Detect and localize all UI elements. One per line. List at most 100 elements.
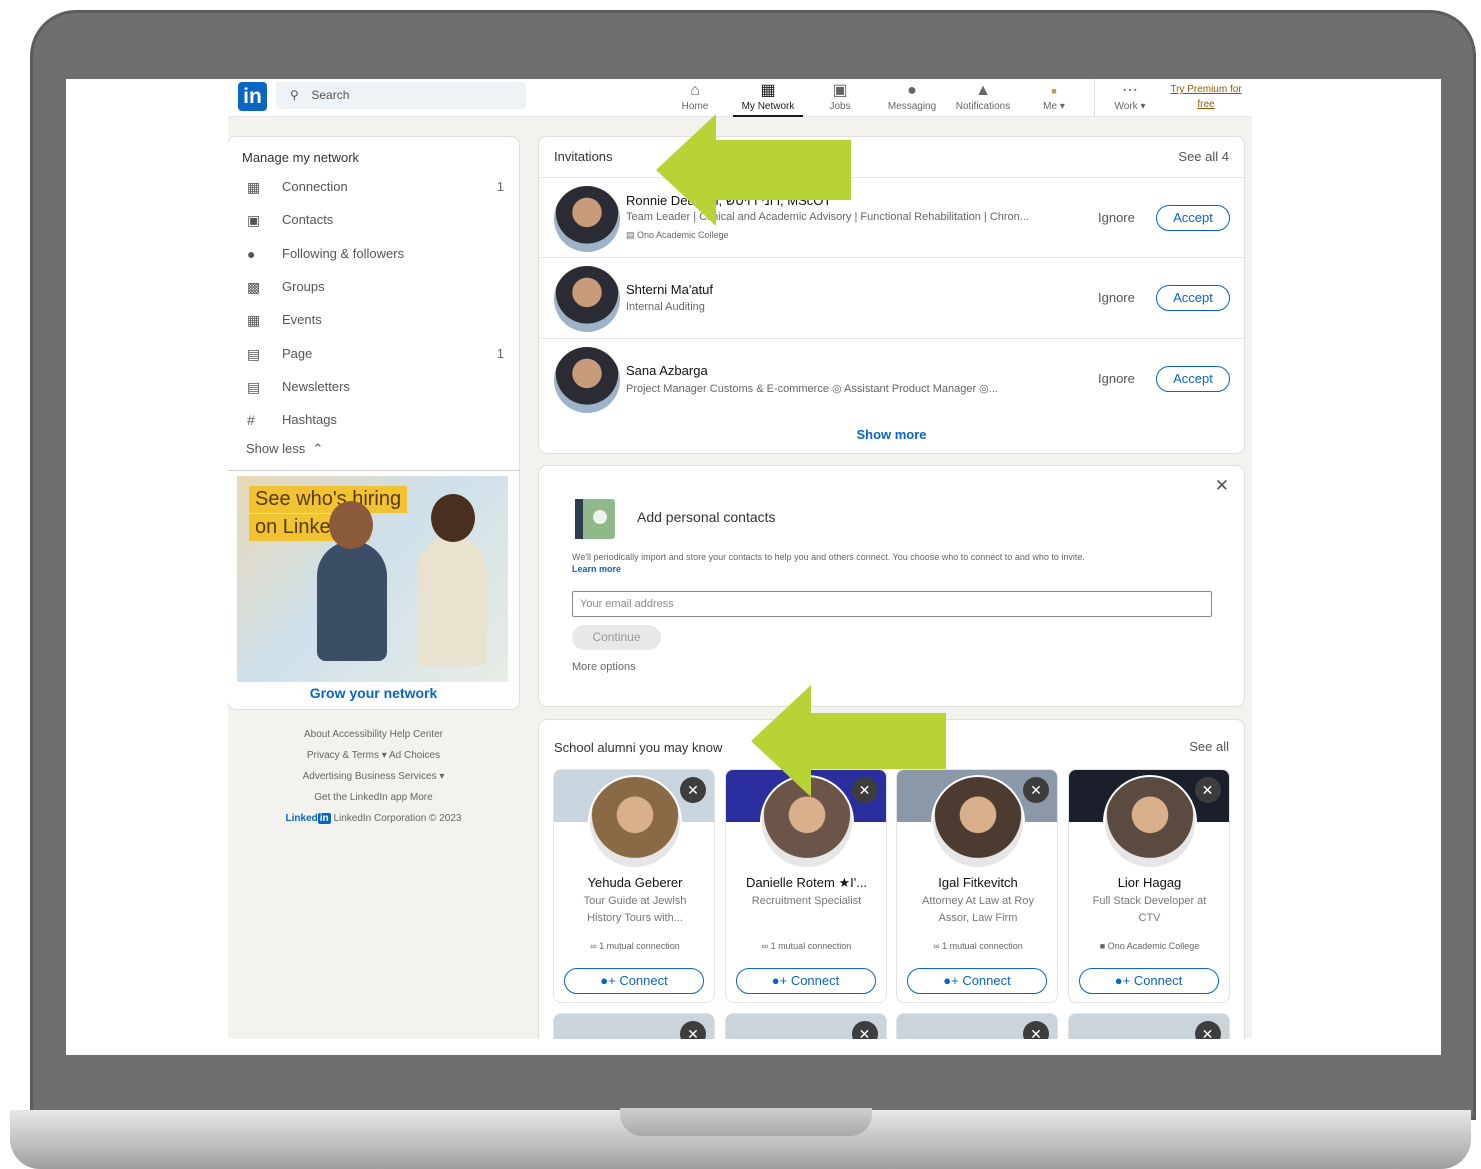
manage-item-page[interactable]: ▤ Page 1 [242, 340, 504, 368]
mutual-connection-icon: ∞ [590, 941, 600, 951]
contact-card-icon: ▣ [247, 212, 261, 229]
profile-name[interactable]: Igal Fitkevitch [897, 875, 1057, 890]
close-icon[interactable]: ✕ [851, 1021, 878, 1039]
bell-icon: ▲ [975, 82, 991, 99]
manage-network-title: Manage my network [242, 150, 360, 165]
grow-network-link[interactable]: Grow your network [228, 685, 519, 701]
avatar[interactable] [1102, 775, 1197, 869]
manage-item-contacts[interactable]: ▣ Contacts [242, 206, 504, 234]
avatar[interactable] [554, 347, 620, 413]
nav-my-network[interactable]: ▦ My Network [733, 81, 803, 117]
show-less-button[interactable]: Show less ⌃ [246, 441, 323, 457]
connect-button[interactable]: ●+ Connect [1078, 968, 1219, 994]
connect-label: Connect [962, 973, 1011, 988]
manage-item-count: 1 [496, 179, 504, 194]
invitation-name[interactable]: Shterni Ma'atuf [626, 282, 713, 297]
profile-headline: Recruitment Specialist [751, 895, 862, 907]
connect-button[interactable]: ●+ Connect [564, 968, 704, 994]
alumni-profile-card-partial[interactable]: ✕ [1067, 1013, 1230, 1039]
close-icon[interactable]: ✕ [1194, 777, 1221, 803]
nav-home[interactable]: ⌂ Home [675, 81, 715, 112]
close-icon[interactable]: ✕ [1023, 777, 1049, 803]
avatar[interactable] [554, 266, 620, 332]
search-input[interactable]: ⚲ Search [276, 82, 526, 109]
manage-item-events[interactable]: ▦ Events [242, 306, 504, 334]
profile-name[interactable]: Lior Hagag [1069, 875, 1229, 890]
profile-name[interactable]: Yehuda Geberer [554, 875, 714, 890]
people-icon: ▦ [247, 179, 261, 195]
footer-row[interactable]: Advertising Business Services ▾ [228, 766, 519, 787]
nav-jobs[interactable]: ▣ Jobs [820, 81, 860, 112]
top-nav: in ⚲ Search ⌂ Home ▦ My Network ▣ Jobs ●… [228, 79, 1252, 117]
alumni-profile-card-partial[interactable]: ✕ [896, 1013, 1058, 1039]
manage-item-newsletters[interactable]: ▤ Newsletters [242, 373, 504, 401]
alumni-profile-card-partial[interactable]: ✕ [553, 1013, 715, 1039]
home-icon: ⌂ [690, 82, 700, 99]
nav-my-network-label: My Network [741, 101, 795, 112]
footer-row[interactable]: Get the LinkedIn app More [228, 787, 519, 808]
alumni-profile-card-partial[interactable]: ✕ [724, 1013, 887, 1039]
manage-item-label: Newsletters [282, 378, 350, 394]
connect-button[interactable]: ●+ Connect [907, 968, 1047, 994]
manage-item-hashtags[interactable]: # Hashtags [242, 406, 504, 434]
see-all-alumni-link[interactable]: See all [1189, 739, 1229, 754]
mutual-connection-icon: ∞ [933, 941, 943, 951]
manage-item-label: Connection [282, 179, 348, 194]
manage-item-label: Groups [282, 278, 325, 294]
invitations-card: Invitations See all 4 Ronnie Deutsch, רו… [539, 137, 1244, 453]
invitation-row: Ronnie Deutsch, רוני דויטש, MScOT Team Le… [539, 177, 1244, 257]
accept-button[interactable]: Accept [1156, 205, 1230, 231]
avatar[interactable] [554, 186, 620, 252]
accept-button[interactable]: Accept [1156, 285, 1230, 311]
try-premium-link[interactable]: Try Premium for free [1166, 82, 1246, 112]
see-all-invitations-link[interactable]: See all 4 [1178, 149, 1229, 164]
close-icon[interactable]: ✕ [680, 777, 706, 803]
profile-meta: ■ Ono Academic College [1069, 941, 1229, 951]
linkedin-in-logo: in [317, 813, 331, 824]
close-icon[interactable]: ✕ [1215, 476, 1229, 496]
nav-notifications[interactable]: ▲ Notifications [950, 81, 1016, 112]
email-field[interactable]: Your email address [572, 591, 1212, 617]
add-person-icon: ●+ [943, 973, 963, 988]
show-more-button[interactable]: Show more [539, 427, 1244, 442]
more-options-link[interactable]: More options [572, 661, 636, 673]
ignore-button[interactable]: Ignore [1098, 371, 1135, 386]
profile-headline: Full Stack Developer at CTV [1092, 895, 1207, 924]
ignore-button[interactable]: Ignore [1098, 290, 1135, 305]
manage-item-groups[interactable]: ▩ Groups [242, 273, 504, 301]
alumni-profile-card[interactable]: ✕ Lior Hagag Full Stack Developer at CTV ■ … [1067, 769, 1230, 1003]
network-icon: ▦ [760, 82, 776, 99]
annotation-arrow [751, 685, 946, 797]
footer-row[interactable]: About Accessibility Help Center [228, 724, 519, 745]
chevron-down-icon: ▾ [1140, 101, 1146, 112]
copyright: LinkedIn Corporation © 2023 [333, 813, 462, 824]
close-icon[interactable]: ✕ [1023, 1021, 1049, 1039]
manage-item-following-followers[interactable]: ● Following & followers [242, 240, 504, 268]
manage-network-card: Manage my network ▦ Connection 1 ▣ Contacts ●… [228, 137, 519, 470]
close-icon[interactable]: ✕ [680, 1021, 706, 1039]
continue-button[interactable]: Continue [572, 625, 661, 650]
alumni-profile-card[interactable]: ✕ Yehuda Geberer Tour Guide at Jewish Hist… [553, 769, 715, 1003]
hiring-ad-card[interactable]: See who's hiring on LinkedIn. Grow your … [228, 471, 519, 709]
avatar[interactable] [588, 775, 682, 869]
connect-label: Connect [619, 973, 668, 988]
linkedin-logo[interactable]: in [238, 82, 267, 111]
ad-person-illustration [317, 501, 387, 661]
nav-messaging[interactable]: ● Messaging [883, 81, 941, 112]
connect-button[interactable]: ●+ Connect [735, 968, 876, 994]
ignore-button[interactable]: Ignore [1098, 210, 1135, 225]
close-icon[interactable]: ✕ [1194, 1021, 1221, 1039]
nav-jobs-label: Jobs [829, 101, 851, 112]
accept-button[interactable]: Accept [1156, 366, 1230, 392]
footer-row[interactable]: Privacy & Terms ▾ Ad Choices [228, 745, 519, 766]
learn-more-link[interactable]: Learn more [572, 564, 621, 574]
search-icon: ⚲ [290, 88, 299, 102]
invitation-name[interactable]: Sana Azbarga [626, 363, 708, 378]
nav-work[interactable]: ⋯ Work ▾ [1108, 81, 1152, 112]
invitations-title: Invitations [554, 149, 613, 164]
nav-me[interactable]: ■ Me ▾ [1036, 81, 1072, 112]
profile-meta-label: 1 mutual connection [770, 941, 852, 951]
profile-name[interactable]: Danielle Rotem ★I'... [726, 875, 886, 891]
manage-item-connection[interactable]: ▦ Connection 1 [242, 173, 504, 201]
mutual-connection-icon: ∞ [761, 941, 771, 951]
